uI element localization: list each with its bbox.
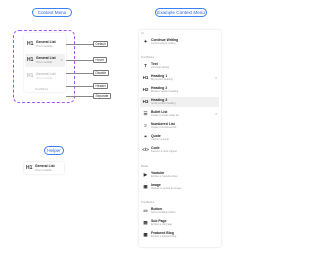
item-title: General List: [36, 40, 56, 44]
menu-item-numbered-list[interactable]: ≡ Numbered List Create a numbered list: [140, 121, 219, 131]
menu-item-heading-2[interactable]: H2 Heading 2 Medium section heading: [140, 85, 219, 95]
item-subtitle: Add a clickable button: [151, 211, 176, 215]
menu-item-youtube[interactable]: ▶ Youtube Embed a Youtube video: [140, 170, 219, 180]
item-subtitle: Embed a sub page: [151, 223, 172, 227]
example-context-menu-label: Example Context Menu: [155, 8, 207, 17]
item-subtitle: Create a simple bullet list: [151, 114, 179, 118]
menu-item-text[interactable]: T Text Just start writing: [140, 61, 219, 71]
connector-line: [66, 44, 93, 45]
context-menu-item-disabled: H1 General List This is subtitle: [25, 70, 65, 83]
section-header: Text Blocks: [35, 88, 49, 91]
context-menu-label: Context Menu: [32, 8, 72, 17]
menu-item-continue-writing[interactable]: ✦ Continue Writing Let AI continue writi…: [140, 37, 219, 47]
code-icon: </>: [142, 146, 149, 152]
helper-label: Helper: [44, 146, 64, 155]
youtube-icon: ▶: [143, 171, 148, 177]
numbered-list-icon: ≡: [144, 122, 147, 128]
item-subtitle: Small section heading: [151, 102, 176, 106]
section-header-media: Media: [141, 165, 149, 168]
state-hover: Hover: [93, 57, 107, 63]
enter-icon: ↵: [60, 58, 63, 62]
menu-item-heading-1[interactable]: H1 Heading 1 Big section heading #: [140, 73, 219, 83]
menu-item-sub-page[interactable]: ▤ Sub Page Embed a sub page: [140, 218, 219, 228]
menu-item-quote[interactable]: ❝ Quote Capture a quote: [140, 133, 219, 143]
example-context-menu: AI ✦ Continue Writing Let AI continue wr…: [139, 30, 221, 247]
state-header: Header: [93, 83, 109, 89]
item-subtitle: This is subtitle: [36, 76, 53, 80]
heading-1-icon: H1: [27, 73, 34, 79]
context-menu: H1 General List This is subtitle H1 Gene…: [24, 33, 66, 92]
helper-list-item[interactable]: H1 General List This is subtitle: [24, 162, 64, 174]
menu-item-image[interactable]: ▣ Image Upload or embed an image: [140, 182, 219, 192]
item-title: General List: [36, 72, 56, 76]
button-icon: ▭: [143, 207, 148, 213]
section-header-text-blocks: Text Blocks: [141, 56, 155, 59]
menu-item-bullet-list[interactable]: ☰ Bullet List Create a simple bullet lis…: [140, 109, 219, 119]
item-title: General List: [35, 164, 55, 168]
heading-1-icon: H1: [27, 41, 34, 47]
page-icon: ▤: [143, 219, 148, 225]
sparkle-icon: ✦: [143, 38, 148, 44]
hash-icon: #: [215, 112, 217, 116]
section-header-text-blocks-2: Text Blocks: [141, 201, 155, 204]
hash-icon: #: [215, 76, 217, 80]
item-subtitle: Capture a quote: [151, 138, 169, 142]
item-subtitle: Capture a code snippet: [151, 150, 177, 154]
heading-1-icon: H1: [26, 165, 33, 171]
connector-line: [66, 60, 93, 61]
heading-1-icon: H1: [142, 74, 149, 80]
item-subtitle: Embed a featured blog: [151, 235, 177, 239]
state-default: Default: [93, 41, 109, 47]
item-subtitle: Medium section heading: [151, 90, 179, 94]
heading-2-icon: H2: [142, 86, 149, 92]
blog-icon: ▦: [143, 231, 148, 237]
item-subtitle: Upload or embed an image: [151, 187, 182, 191]
menu-item-code[interactable]: </> Code Capture a code snippet: [140, 145, 219, 155]
state-separate: Separate: [93, 93, 111, 99]
item-subtitle: Embed a Youtube video: [151, 175, 178, 179]
item-subtitle: Just start writing: [151, 66, 170, 70]
state-disable: Disable: [93, 70, 109, 76]
text-icon: T: [144, 62, 147, 68]
item-subtitle: This is subtitle: [35, 168, 52, 172]
menu-item-featured-blog[interactable]: ▦ Featured Blog Embed a featured blog: [140, 230, 219, 240]
context-menu-item-default[interactable]: H1 General List This is subtitle: [25, 38, 65, 51]
menu-item-heading-3[interactable]: H3 Heading 3 Small section heading: [140, 97, 219, 107]
heading-1-icon: H1: [27, 57, 34, 63]
item-subtitle: Big section heading: [151, 78, 173, 82]
image-icon: ▣: [143, 183, 148, 189]
connector-line: [66, 73, 93, 74]
heading-3-icon: H3: [142, 98, 149, 104]
connector-line: [66, 86, 93, 87]
section-header-ai: AI: [141, 32, 144, 35]
item-subtitle: This is subtitle: [36, 44, 53, 48]
item-subtitle: This is subtitle: [36, 60, 53, 64]
list-icon: ☰: [143, 110, 148, 116]
context-menu-item-hover[interactable]: H1 General List This is subtitle ↵: [25, 54, 65, 67]
item-subtitle: Let AI continue writing: [151, 42, 176, 46]
connector-line: [66, 96, 93, 97]
menu-item-button[interactable]: ▭ Button Add a clickable button: [140, 206, 219, 216]
quote-icon: ❝: [144, 134, 147, 140]
item-subtitle: Create a numbered list: [151, 126, 177, 130]
item-title: General List: [36, 56, 56, 60]
